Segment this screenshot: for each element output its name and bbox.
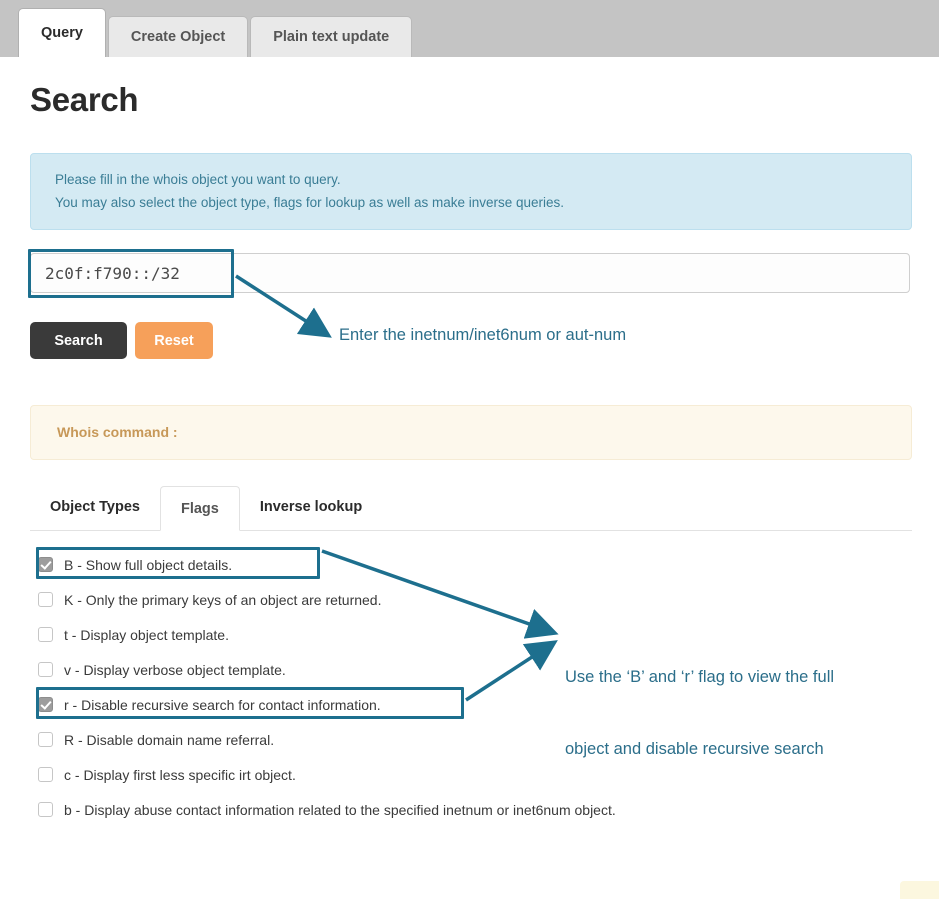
tab-object-types[interactable]: Object Types	[30, 485, 160, 530]
list-item[interactable]: B - Show full object details.	[38, 547, 898, 582]
flag-label: K - Only the primary keys of an object a…	[64, 591, 382, 608]
corner-sliver	[900, 881, 939, 899]
tab-inverse-lookup[interactable]: Inverse lookup	[240, 485, 382, 530]
flags-tab-bar: Object Types Flags Inverse lookup	[30, 485, 912, 531]
checkbox-flag-r-lower[interactable]	[38, 697, 53, 712]
list-item[interactable]: b - Display abuse contact information re…	[38, 792, 898, 827]
top-tab-list: Query Create Object Plain text update	[18, 8, 414, 57]
annotation-input-hint: Enter the inetnum/inet6num or aut-num	[339, 326, 627, 344]
checkbox-flag-k[interactable]	[38, 592, 53, 607]
flag-label: b - Display abuse contact information re…	[64, 801, 616, 818]
flag-list: B - Show full object details. K - Only t…	[38, 547, 898, 827]
info-alert-line-1: Please fill in the whois object you want…	[55, 172, 341, 187]
checkbox-flag-r-upper[interactable]	[38, 732, 53, 747]
list-item[interactable]: c - Display first less specific irt obje…	[38, 757, 898, 792]
list-item[interactable]: K - Only the primary keys of an object a…	[38, 582, 898, 617]
tab-plain-text-update[interactable]: Plain text update	[250, 16, 413, 57]
flag-label: r - Disable recursive search for contact…	[64, 696, 381, 713]
top-tab-bar: Query Create Object Plain text update	[0, 0, 939, 57]
checkbox-flag-c[interactable]	[38, 767, 53, 782]
flag-label: t - Display object template.	[64, 626, 229, 643]
checkbox-flag-b[interactable]	[38, 557, 53, 572]
list-item[interactable]: R - Disable domain name referral.	[38, 722, 898, 757]
search-button[interactable]: Search	[30, 322, 127, 359]
tab-query[interactable]: Query	[18, 8, 106, 57]
list-item[interactable]: t - Display object template.	[38, 617, 898, 652]
search-input[interactable]	[30, 253, 910, 293]
tab-create-object[interactable]: Create Object	[107, 16, 249, 57]
list-item[interactable]: v - Display verbose object template.	[38, 652, 898, 687]
page-title: Search	[30, 81, 139, 118]
checkbox-flag-b-lower[interactable]	[38, 802, 53, 817]
flag-label: B - Show full object details.	[64, 556, 233, 573]
whois-command-label: Whois command :	[57, 424, 178, 440]
checkbox-flag-t[interactable]	[38, 627, 53, 642]
list-item[interactable]: r - Disable recursive search for contact…	[38, 687, 898, 722]
info-alert-line-2: You may also select the object type, fla…	[55, 195, 565, 211]
checkbox-flag-v[interactable]	[38, 662, 53, 677]
info-alert: Please fill in the whois object you want…	[30, 153, 912, 231]
whois-command-alert: Whois command :	[30, 405, 912, 460]
flag-label: v - Display verbose object template.	[64, 661, 286, 678]
tab-flags[interactable]: Flags	[159, 486, 240, 531]
flag-label: R - Disable domain name referral.	[64, 731, 275, 748]
reset-button[interactable]: Reset	[135, 322, 213, 359]
flag-label: c - Display first less specific irt obje…	[64, 766, 296, 783]
